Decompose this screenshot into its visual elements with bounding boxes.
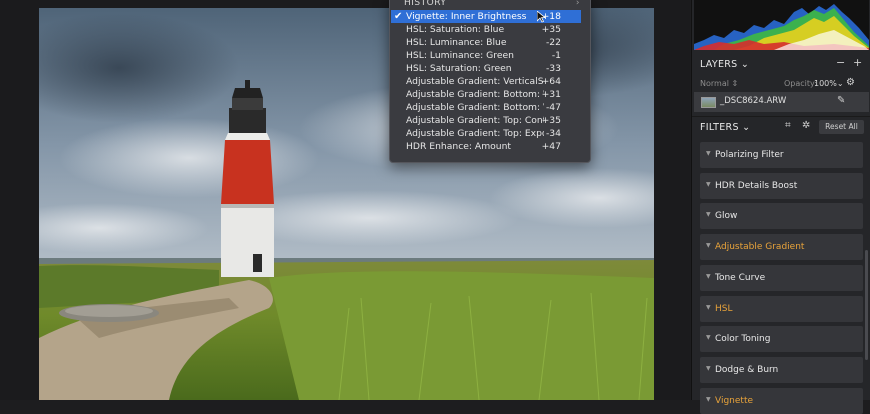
filter-name: HDR Details Boost [715, 180, 798, 191]
history-item[interactable]: HDR Enhance: Amount +47 [391, 140, 581, 153]
minus-icon[interactable]: − [836, 56, 845, 69]
filter-name: HSL [715, 303, 733, 314]
history-item-value: +35 [541, 24, 561, 35]
histogram-graph [694, 4, 869, 50]
history-item-value: +47 [541, 141, 561, 152]
layer-item[interactable]: _DSC8624.ARW ✎ [694, 92, 869, 112]
history-item-value: -47 [545, 102, 561, 113]
history-item-label: Adjustable Gradient: Bottom: Vib... [406, 102, 544, 113]
history-item-value: +31 [541, 89, 561, 100]
history-item-value: -34 [545, 128, 561, 139]
history-item[interactable]: Adjustable Gradient: VerticalShift +64 [391, 75, 581, 88]
layers-title-label: LAYERS [700, 59, 738, 70]
opacity-label: Opacity: [784, 79, 817, 88]
history-item-label: HSL: Luminance: Blue [406, 37, 507, 48]
history-item-label: HDR Enhance: Amount [406, 141, 512, 152]
filter-name: Vignette [715, 395, 754, 406]
opacity-value-text: 100% [814, 79, 837, 88]
history-item-label: Adjustable Gradient: VerticalShift [406, 76, 544, 87]
layer-controls: Normal ⇕ Opacity: 100%⌄ ⚙ [692, 76, 870, 92]
chevron-down-icon: ⌄ [740, 59, 750, 70]
plus-icon[interactable]: + [853, 56, 862, 69]
history-item[interactable]: Adjustable Gradient: Top: Expos...-34 [391, 127, 581, 140]
filter-item[interactable]: ▼ HSL [700, 295, 863, 322]
history-item-label: HSL: Saturation: Green [406, 63, 512, 74]
chevron-down-icon: ▼ [706, 180, 711, 188]
chevron-down-icon: ▼ [706, 150, 711, 157]
filter-name: Glow [715, 211, 738, 222]
history-title: HISTORY [404, 0, 447, 8]
blend-mode-select[interactable]: Normal ⇕ [700, 79, 738, 88]
filters-title-label: FILTERS [700, 122, 739, 133]
right-panel: LAYERS ⌄ − + Normal ⇕ Opacity: 100%⌄ ⚙ _… [691, 0, 870, 414]
filters-title[interactable]: FILTERS ⌄ [700, 122, 750, 133]
chevron-down-icon: ▼ [706, 395, 711, 403]
filter-name: Polarizing Filter [715, 150, 784, 160]
panel-scrollbar[interactable] [865, 250, 868, 360]
history-item-label: Vignette: Inner Brightness [406, 11, 527, 22]
layer-thumbnail [701, 97, 716, 108]
reset-all-button[interactable]: Reset All [819, 120, 864, 134]
history-item[interactable]: HSL: Saturation: Green -33 [391, 62, 581, 75]
updown-icon: ⇕ [731, 79, 739, 88]
filter-name: Color Toning [715, 334, 771, 345]
history-item-label: HSL: Luminance: Green [406, 50, 514, 61]
history-item-value: -22 [545, 37, 561, 48]
opacity-value[interactable]: 100%⌄ [814, 79, 844, 88]
filter-name: Dodge & Burn [715, 364, 779, 375]
filter-name: Adjustable Gradient [715, 242, 805, 253]
filter-item[interactable]: ▼ HDR Details Boost [700, 172, 863, 199]
history-item-value: -33 [545, 63, 561, 74]
filter-item[interactable]: ▼ Color Toning [700, 326, 863, 353]
history-item-value: +64 [541, 76, 561, 87]
filter-item[interactable]: ▼ Vignette [700, 387, 863, 414]
gear-icon[interactable]: ⚙ [846, 77, 855, 88]
history-item-label: Adjustable Gradient: Bottom: Wa... [406, 89, 544, 100]
filter-item[interactable]: ▼ Dodge & Burn [700, 356, 863, 383]
settings-icon[interactable]: ✲ [802, 120, 810, 131]
filter-item[interactable]: ▼ Polarizing Filter [700, 142, 863, 168]
chevron-down-icon: ▼ [706, 272, 711, 280]
history-item[interactable]: Adjustable Gradient: Bottom: Wa...+31 [391, 88, 581, 101]
chevron-down-icon: ▼ [706, 242, 711, 250]
filter-item[interactable]: ▼ Adjustable Gradient [700, 234, 863, 261]
history-item-label: HSL: Saturation: Blue [406, 24, 505, 35]
layer-name: _DSC8624.ARW [720, 96, 787, 106]
history-item[interactable]: Adjustable Gradient: Top: Contr... +35 [391, 114, 581, 127]
layers-title[interactable]: LAYERS ⌄ [700, 59, 749, 70]
history-item-value: +35 [541, 115, 561, 126]
history-popup: HISTORY › ✔ Vignette: Inner Brightness +18… [389, 0, 591, 163]
brush-icon[interactable]: ✎ [837, 95, 845, 106]
chevron-down-icon: ▼ [706, 211, 711, 219]
checkmark-icon: ✔ [394, 11, 403, 22]
chevron-down-icon: ▼ [706, 303, 711, 311]
chevron-down-icon: ⌄ [742, 122, 751, 133]
history-item-value: -1 [551, 50, 561, 61]
filter-name: Tone Curve [715, 272, 766, 283]
history-item-label: Adjustable Gradient: Top: Contr... [406, 115, 544, 126]
histogram [694, 0, 869, 50]
history-item[interactable]: HSL: Luminance: Green -1 [391, 49, 581, 62]
history-item-label: Adjustable Gradient: Top: Expos... [406, 128, 544, 139]
history-item[interactable]: ✔ Vignette: Inner Brightness +18 [391, 10, 581, 23]
blend-mode-value: Normal [700, 79, 729, 88]
layers-header: LAYERS ⌄ − + [692, 53, 870, 75]
history-item[interactable]: HSL: Luminance: Blue -22 [391, 36, 581, 49]
filters-header: FILTERS ⌄ ⌗ ✲ Reset All [692, 116, 870, 139]
chevron-down-icon: ▼ [706, 334, 711, 342]
chevron-down-icon: ▼ [706, 364, 711, 372]
canvas-area: HISTORY › ✔ Vignette: Inner Brightness +18… [0, 0, 690, 400]
crop-icon[interactable]: ⌗ [785, 120, 791, 131]
filter-item[interactable]: ▼ Glow [700, 203, 863, 230]
filter-item[interactable]: ▼ Tone Curve [700, 264, 863, 291]
history-item[interactable]: HSL: Saturation: Blue +35 [391, 23, 581, 36]
history-item[interactable]: Adjustable Gradient: Bottom: Vib...-47 [391, 101, 581, 114]
history-menu-icon[interactable]: › [576, 0, 580, 9]
